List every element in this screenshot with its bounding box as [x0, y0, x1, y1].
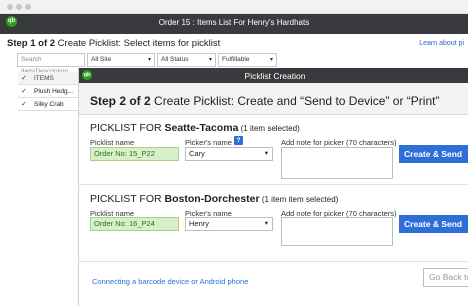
picklist-name-field[interactable]: Order No: 16_P24 [90, 217, 179, 231]
help-icon[interactable]: ? [234, 136, 243, 145]
learn-about-link[interactable]: Learn about pi [419, 40, 464, 47]
table-row[interactable]: ✓ Silky Crab [18, 98, 78, 111]
chevron-down-icon: ▾ [269, 57, 273, 63]
app-window: qb Order 15 : Items List For Henry's Har… [0, 0, 468, 306]
picker-select[interactable]: Henry ▾ [185, 217, 273, 231]
picklist-name-field[interactable]: Order No: 15_P22 [90, 147, 179, 161]
table-row[interactable]: ✓ Plush Hedg... [18, 85, 78, 98]
chevron-down-icon: ▾ [147, 57, 151, 63]
window-minimize-button[interactable] [16, 4, 22, 10]
window-close-button[interactable] [7, 4, 13, 10]
items-column-header[interactable]: ITEMS [34, 72, 54, 85]
items-table-header: ✓ ITEMS [18, 72, 78, 85]
window-title: Order 15 : Items List For Henry's Hardha… [158, 18, 310, 27]
item-search-input[interactable]: Search Item/Description [17, 53, 85, 75]
picklist-count: (1 item item selected) [259, 195, 339, 204]
item-name: Silky Crab [34, 101, 64, 108]
step2-text: Create Picklist: Create and “Send to Dev… [150, 94, 440, 108]
modal-header: qb Picklist Creation [79, 68, 468, 83]
fulfillable-filter-select[interactable]: Fulfillable ▾ [218, 53, 277, 67]
picklist-location: Boston-Dorchester [164, 193, 260, 205]
title-bar [0, 0, 468, 14]
select-all-checkbox[interactable]: ✓ [21, 72, 27, 85]
picker-value: Henry [189, 219, 210, 228]
section-divider [79, 184, 468, 185]
step1-number: Step 1 of 2 [7, 38, 56, 49]
picklist-prefix: PICKLIST FOR [90, 193, 165, 205]
window-zoom-button[interactable] [25, 4, 31, 10]
picklist-location: Seatte-Tacoma [164, 122, 239, 134]
status-filter-value: All Status [161, 56, 189, 63]
picker-select[interactable]: Cary ▾ [185, 147, 273, 161]
footer-divider [79, 261, 468, 262]
picker-value: Cary [189, 149, 205, 158]
picker-note-field[interactable] [281, 147, 393, 179]
note-label: Add note for picker (70 characters) [281, 138, 397, 147]
picklist-creation-modal: qb Picklist Creation Step 2 of 2 Create … [78, 68, 468, 306]
create-send-button[interactable]: Create & Send [399, 215, 468, 233]
step1-text: Create Picklist: Select items for pickli… [55, 38, 221, 49]
picklist-section-title: PICKLIST FOR Boston-Dorchester (1 item i… [90, 193, 338, 205]
barcode-device-link[interactable]: Connecting a barcode device or Android p… [92, 277, 248, 286]
step2-heading: Step 2 of 2 Create Picklist: Create and … [90, 94, 439, 108]
picklist-name-label: Picklist name [90, 138, 135, 147]
status-filter-select[interactable]: All Status ▾ [157, 53, 216, 67]
chevron-down-icon: ▾ [264, 150, 268, 157]
picklist-prefix: PICKLIST FOR [90, 122, 165, 134]
modal-title: Picklist Creation [244, 71, 306, 81]
create-send-button[interactable]: Create & Send [399, 145, 468, 163]
chevron-down-icon: ▾ [264, 220, 268, 227]
row-checkbox[interactable]: ✓ [21, 85, 27, 98]
picker-note-field[interactable] [281, 217, 393, 246]
chevron-down-icon: ▾ [208, 57, 212, 63]
row-checkbox[interactable]: ✓ [21, 98, 27, 111]
pickers-name-label: Picker's name [185, 138, 232, 147]
step2-number: Step 2 of 2 [90, 94, 151, 108]
picklist-count: (1 item selected) [238, 124, 300, 133]
step1-heading: Step 1 of 2 Create Picklist: Select item… [7, 38, 220, 49]
fulfillable-filter-value: Fulfillable [222, 56, 250, 63]
go-back-button[interactable]: Go Back to [423, 268, 468, 287]
picklist-section-title: PICKLIST FOR Seatte-Tacoma (1 item selec… [90, 122, 300, 134]
site-filter-select[interactable]: All Site ▾ [87, 53, 155, 67]
step2-banner: Step 2 of 2 Create Picklist: Create and … [79, 83, 468, 115]
item-name: Plush Hedg... [34, 88, 74, 95]
items-table: ✓ ITEMS ✓ Plush Hedg... ✓ Silky Crab [18, 72, 78, 111]
site-filter-value: All Site [91, 56, 112, 63]
